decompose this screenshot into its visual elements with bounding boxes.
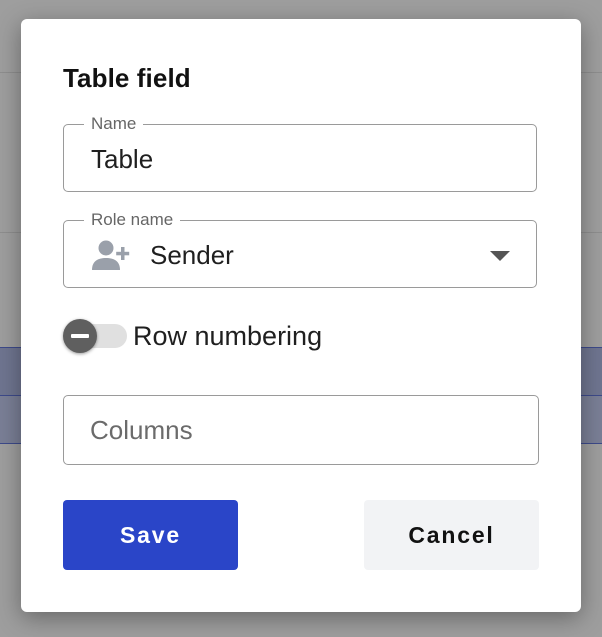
columns-input[interactable]: [63, 395, 539, 465]
name-field-label: Name: [84, 113, 144, 135]
name-field-value[interactable]: Table: [91, 144, 153, 174]
row-numbering-switch[interactable]: [63, 319, 129, 353]
save-button[interactable]: Save: [63, 500, 238, 570]
dialog-title: Table field: [63, 63, 191, 93]
role-name-select[interactable]: Role name Sender: [63, 209, 537, 288]
arrow-drop-down-icon[interactable]: [490, 251, 510, 261]
person-add-icon: [92, 240, 130, 270]
cancel-button[interactable]: Cancel: [364, 500, 539, 570]
role-name-value: Sender: [150, 240, 234, 270]
row-numbering-label: Row numbering: [133, 321, 323, 351]
switch-thumb-minus-icon[interactable]: [63, 319, 97, 353]
name-field[interactable]: Name Table: [63, 113, 537, 192]
role-name-label: Role name: [84, 209, 181, 231]
table-field-dialog: Table field Name Table Role name Sender …: [21, 19, 581, 612]
